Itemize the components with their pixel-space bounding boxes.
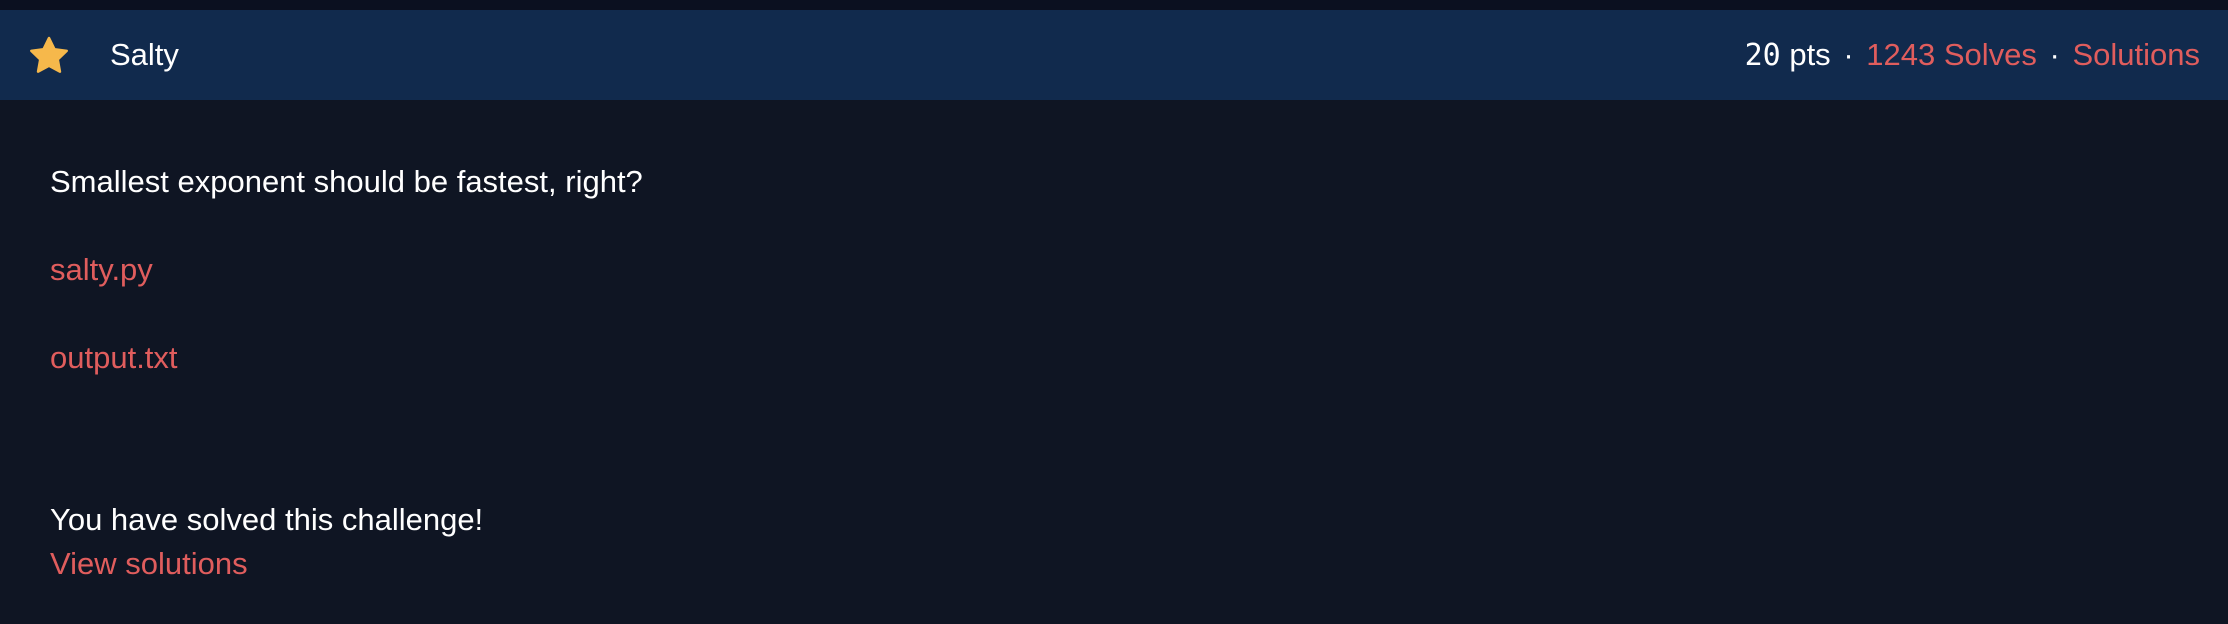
file-link-output-txt[interactable]: output.txt [50, 338, 178, 378]
solved-message: You have solved this challenge! [50, 502, 484, 537]
view-solutions-link[interactable]: View solutions [50, 544, 248, 584]
star-icon[interactable] [26, 34, 72, 78]
meta-separator: · [1843, 37, 1854, 72]
points-unit: pts [1780, 37, 1831, 72]
meta-separator: · [2049, 37, 2060, 72]
challenge-title: Salty [110, 37, 179, 72]
points-value: 20 [1744, 38, 1781, 73]
challenge-description: Smallest exponent should be fastest, rig… [50, 164, 643, 199]
challenge-header: Salty 20 pts · 1243 Solves · Solutions [0, 10, 2228, 100]
file-link-salty-py[interactable]: salty.py [50, 250, 153, 290]
challenge-meta: 20 pts · 1243 Solves · Solutions [1745, 10, 2200, 100]
top-strip [0, 0, 2228, 10]
solutions-link[interactable]: Solutions [2072, 37, 2200, 72]
solves-link[interactable]: 1243 Solves [1866, 37, 2037, 72]
